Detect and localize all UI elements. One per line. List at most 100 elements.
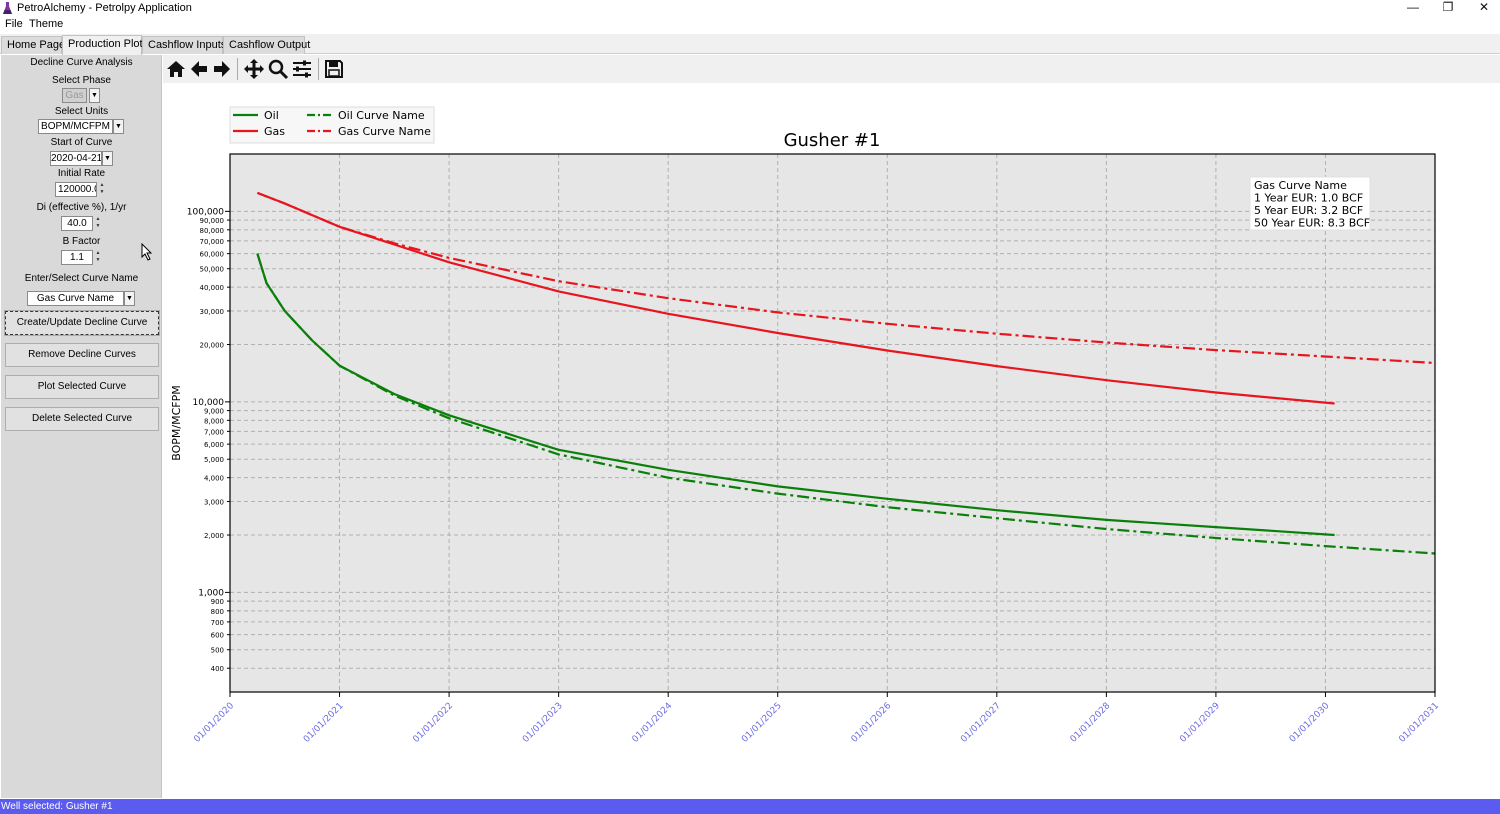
y-tick-label: 4,000: [204, 475, 224, 483]
phase-label: Select Phase: [52, 75, 111, 86]
units-select[interactable]: BOPM/MCFPM: [38, 119, 113, 134]
y-tick-label: 6,000: [204, 441, 224, 449]
panel-heading: Decline Curve Analysis: [30, 57, 133, 68]
forward-arrow-icon[interactable]: [211, 58, 233, 80]
configure-subplots-icon[interactable]: [291, 58, 313, 80]
pan-icon[interactable]: [243, 58, 265, 80]
legend-label: Gas Curve Name: [338, 125, 431, 138]
eur-annotation-line: Gas Curve Name: [1254, 179, 1347, 192]
y-tick-label: 70,000: [200, 238, 225, 246]
x-tick-label: 01/01/2022: [411, 701, 455, 745]
y-tick-label: 9,000: [204, 408, 224, 416]
x-tick-label: 01/01/2031: [1397, 701, 1441, 745]
minimize-button[interactable]: —: [1395, 0, 1431, 17]
x-tick-label: 01/01/2027: [959, 701, 1003, 745]
x-tick-label: 01/01/2029: [1178, 701, 1222, 745]
x-tick-label: 01/01/2025: [740, 701, 784, 745]
start-date-field[interactable]: 2020-04-21: [50, 151, 102, 166]
status-bar: Well selected: Gusher #1: [0, 799, 1500, 814]
y-tick-label: 5,000: [204, 456, 224, 464]
save-icon[interactable]: [323, 58, 345, 80]
mouse-cursor-icon: [141, 243, 153, 261]
create-update-curve-button[interactable]: Create/Update Decline Curve: [4, 310, 160, 336]
rate-spinner[interactable]: ▲ ▼: [98, 182, 106, 197]
di-field[interactable]: 40.0: [61, 216, 93, 231]
y-tick-label: 20,000: [200, 342, 225, 350]
x-tick-label: 01/01/2028: [1069, 701, 1113, 745]
y-tick-label: 100,000: [187, 207, 224, 217]
zoom-icon[interactable]: [267, 58, 289, 80]
home-icon[interactable]: [165, 58, 187, 80]
y-tick-label: 400: [211, 665, 224, 673]
y-tick-label: 50,000: [200, 266, 225, 274]
y-tick-label: 500: [211, 647, 224, 655]
y-tick-label: 60,000: [200, 251, 225, 259]
chevron-down-icon[interactable]: ▼: [113, 119, 124, 134]
toolbar-separator: [237, 58, 238, 80]
tab-cashflow-inputs[interactable]: Cashflow Inputs: [142, 36, 226, 54]
tab-bar: Home Page Production Plot Cashflow Input…: [0, 34, 1500, 55]
y-tick-label: 8,000: [204, 417, 224, 425]
start-label: Start of Curve: [50, 137, 113, 148]
plot-toolbar: [163, 55, 1500, 83]
units-label: Select Units: [54, 106, 109, 117]
delete-curve-button[interactable]: Delete Selected Curve: [5, 407, 159, 431]
legend-label: Oil Curve Name: [338, 109, 425, 122]
chevron-down-icon[interactable]: ▼: [102, 151, 113, 166]
y-tick-label: 80,000: [200, 227, 225, 235]
back-arrow-icon[interactable]: [188, 58, 210, 80]
legend-label: Oil: [264, 109, 279, 122]
b-factor-label: B Factor: [62, 236, 101, 247]
b-factor-field[interactable]: 1.1: [61, 250, 93, 265]
menu-bar: File Theme: [0, 17, 1500, 33]
x-tick-label: 01/01/2021: [302, 701, 346, 745]
y-tick-label: 900: [211, 598, 224, 606]
rate-label: Initial Rate: [57, 168, 106, 179]
y-tick-label: 10,000: [193, 398, 225, 408]
decline-curve-panel: Decline Curve Analysis Select Phase Gas …: [1, 55, 162, 798]
eur-annotation-line: 5 Year EUR: 3.2 BCF: [1254, 204, 1363, 217]
tab-production-plot[interactable]: Production Plot: [62, 35, 143, 55]
y-tick-label: 700: [211, 619, 224, 627]
tab-cashflow-output[interactable]: Cashflow Output: [223, 36, 310, 54]
menu-theme[interactable]: Theme: [29, 18, 63, 30]
x-tick-label: 01/01/2020: [192, 701, 236, 745]
y-tick-label: 30,000: [200, 308, 225, 316]
x-tick-label: 01/01/2024: [631, 701, 675, 745]
y-tick-label: 2,000: [204, 532, 224, 540]
b-factor-spinner[interactable]: ▲ ▼: [94, 250, 102, 265]
di-spinner[interactable]: ▲ ▼: [94, 216, 102, 231]
chart-title: Gusher #1: [784, 130, 881, 151]
title-bar: PetroAlchemy - Petrolpy Application — ❐ …: [0, 0, 1500, 17]
y-tick-label: 40,000: [200, 284, 225, 292]
y-axis-label: BOPM/MCFPM: [170, 385, 183, 460]
legend-label: Gas: [264, 125, 285, 138]
y-tick-label: 600: [211, 632, 224, 640]
initial-rate-field[interactable]: 120000.0: [55, 182, 97, 197]
flask-icon: [3, 2, 12, 14]
y-tick-label: 90,000: [200, 217, 225, 225]
x-tick-label: 01/01/2030: [1288, 701, 1332, 745]
tab-home-page[interactable]: Home Page: [1, 36, 65, 54]
curve-name-combo[interactable]: Gas Curve Name: [27, 291, 124, 306]
remove-curves-button[interactable]: Remove Decline Curves: [5, 343, 159, 367]
y-tick-label: 1,000: [198, 588, 224, 598]
window-title: PetroAlchemy - Petrolpy Application: [17, 2, 192, 14]
eur-annotation-line: 50 Year EUR: 8.3 BCF: [1254, 217, 1370, 230]
curve-name-label: Enter/Select Curve Name: [24, 273, 139, 284]
phase-select[interactable]: Gas: [62, 88, 87, 103]
chevron-down-icon[interactable]: ▼: [124, 291, 135, 306]
di-label: Di (effective %), 1/yr: [36, 202, 127, 213]
chevron-down-icon[interactable]: ▼: [89, 88, 100, 103]
toolbar-separator: [318, 58, 319, 80]
close-button[interactable]: ✕: [1466, 0, 1500, 17]
x-tick-label: 01/01/2026: [850, 701, 894, 745]
x-tick-label: 01/01/2023: [521, 701, 565, 745]
menu-file[interactable]: File: [5, 18, 23, 30]
eur-annotation-line: 1 Year EUR: 1.0 BCF: [1254, 192, 1363, 205]
maximize-button[interactable]: ❐: [1430, 0, 1466, 17]
plot-curve-button[interactable]: Plot Selected Curve: [5, 375, 159, 399]
y-tick-label: 3,000: [204, 498, 224, 506]
production-chart[interactable]: 400 500 600 700 800 9001,000 2,000 3,000 4,000 5,…: [163, 83, 1500, 799]
y-tick-label: 7,000: [204, 428, 224, 436]
